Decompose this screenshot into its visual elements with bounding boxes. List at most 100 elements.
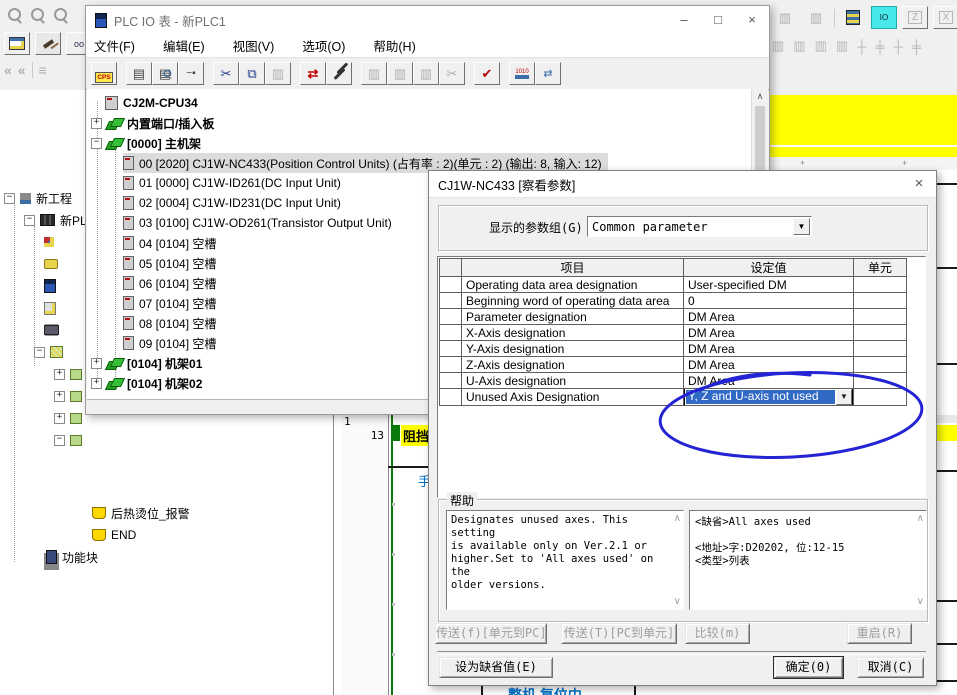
restart-button[interactable]: 重启(R) [847, 623, 912, 644]
expand-icon[interactable]: + [91, 378, 102, 389]
cell-item[interactable]: X-Axis designation [462, 325, 684, 341]
transfer-button[interactable]: ⇄ [300, 62, 326, 85]
io-table-color-icon[interactable] [840, 6, 866, 29]
io-tree-item-slot03[interactable]: 03 [0100] CJ1W-OD261(Transistor Output U… [123, 213, 392, 233]
cell-unit[interactable] [854, 373, 907, 389]
delete-units-button[interactable]: ✂ [439, 62, 465, 85]
outdent2-icon[interactable]: « [18, 62, 26, 78]
io-tree-item-rack01[interactable]: + [0104] 机架01 [91, 353, 202, 373]
io-tree-item-cpu[interactable]: CJ2M-CPU34 [105, 93, 198, 113]
cell-unit[interactable] [854, 341, 907, 357]
io-tree-item-main-rack[interactable]: − [0000] 主机架 [91, 133, 201, 153]
chevron-down-icon[interactable]: ▼ [793, 218, 810, 235]
transfer-check-icon[interactable]: ▥ [772, 6, 798, 29]
scroll-up-icon[interactable]: ∧ [752, 89, 768, 104]
list-lines-icon[interactable]: ≡ [39, 62, 47, 78]
zoom-in-icon[interactable] [54, 8, 67, 21]
tree-item-section3[interactable]: + [54, 408, 82, 428]
expand-icon[interactable]: + [54, 391, 65, 402]
pin-button[interactable]: −▪ [178, 62, 204, 85]
row-margin[interactable] [440, 277, 462, 293]
io-tree-item-slot08[interactable]: 08 [0104] 空槽 [123, 313, 216, 333]
table-row[interactable]: Operating data area designation User-spe… [440, 277, 907, 293]
cell-unit[interactable] [854, 389, 907, 406]
cell-value[interactable]: DM Area [684, 309, 854, 325]
chevron-down-icon[interactable]: ▼ [836, 389, 852, 405]
collapse-icon[interactable]: − [34, 347, 45, 358]
tree-item-plc[interactable]: − 新PL [24, 210, 87, 230]
cell-unit[interactable] [854, 357, 907, 373]
transfer-unit-button[interactable]: ▥ [387, 62, 413, 85]
collapse-icon[interactable]: − [4, 193, 15, 204]
tree-item-section1[interactable]: + [54, 364, 82, 384]
transfer-from-unit-button[interactable]: 传送(f)[单元到PC] [435, 623, 547, 644]
cell-item[interactable]: Parameter designation [462, 309, 684, 325]
compare-units-button[interactable]: ▥ [413, 62, 439, 85]
io-tree-item-slot01[interactable]: 01 [0000] CJ1W-ID261(DC Input Unit) [123, 173, 341, 193]
set-default-button[interactable]: 设为缺省值(E) [439, 657, 553, 678]
collapse-icon[interactable]: − [24, 215, 35, 226]
io-tree-item-slot07[interactable]: 07 [0104] 空槽 [123, 293, 216, 313]
cell-unit[interactable] [854, 309, 907, 325]
expand-icon[interactable]: + [91, 358, 102, 369]
unit4-icon[interactable]: ▥ [836, 38, 848, 54]
transfer-to-unit-button[interactable]: 传送(T)[PC到单元] [561, 623, 677, 644]
io-assign-button[interactable]: 1010 [509, 62, 535, 85]
zoom-icon[interactable] [8, 8, 21, 21]
hammer-tool-button[interactable] [35, 32, 61, 55]
window-x-icon[interactable]: X [933, 6, 957, 29]
menu-edit[interactable]: 编辑(E) [163, 36, 205, 55]
io-tree-item-slot05[interactable]: 05 [0104] 空槽 [123, 253, 216, 273]
cut-button[interactable]: ✂ [213, 62, 239, 85]
collapse-icon[interactable]: − [54, 435, 65, 446]
tree-item-datatypes[interactable] [44, 232, 54, 252]
verify-button[interactable]: ✔ [474, 62, 500, 85]
expand-icon[interactable]: + [54, 413, 65, 424]
table-row[interactable]: Parameter designation DM Area [440, 309, 907, 325]
scroll-down-icon[interactable]: ∨ [674, 596, 681, 607]
scroll-up-icon[interactable]: ∧ [674, 513, 681, 524]
cell-unit[interactable] [854, 325, 907, 341]
cell-item[interactable]: Y-Axis designation [462, 341, 684, 357]
menu-help[interactable]: 帮助(H) [373, 36, 415, 55]
tree-item-section4[interactable]: − [54, 430, 82, 450]
row-margin[interactable] [440, 373, 462, 389]
table-row[interactable]: Z-Axis designation DM Area [440, 357, 907, 373]
cell-item[interactable]: Unused Axis Designation [462, 389, 684, 406]
cell-value[interactable]: 0 [684, 293, 854, 309]
rung-margin[interactable]: 1 13 [341, 413, 389, 695]
row-margin[interactable] [440, 389, 462, 406]
tools-button[interactable] [326, 62, 352, 85]
table-row[interactable]: Y-Axis designation DM Area [440, 341, 907, 357]
table-row[interactable]: Beginning word of operating data area 0 [440, 293, 907, 309]
unit3-icon[interactable]: ▥ [815, 38, 827, 54]
io-tree-item-slot04[interactable]: 04 [0104] 空槽 [123, 233, 216, 253]
tree-item-function-blocks[interactable]: 功能块 [46, 547, 98, 567]
row-margin[interactable] [440, 293, 462, 309]
dialog-close-button[interactable]: × [902, 171, 936, 197]
cell-unit[interactable] [854, 293, 907, 309]
row-margin[interactable] [440, 341, 462, 357]
tree-item-end-section[interactable]: END [92, 525, 136, 545]
cell-value[interactable]: DM Area [684, 357, 854, 373]
menu-options[interactable]: 选项(O) [302, 36, 345, 55]
cell-item[interactable]: U-Axis designation [462, 373, 684, 389]
io-tree-item-rack02[interactable]: + [0104] 机架02 [91, 373, 202, 393]
transfer-box-icon[interactable]: ▥ [803, 6, 829, 29]
tree-item-symbols[interactable] [44, 254, 58, 274]
io-tree-item-inner-board[interactable]: + 内置端口/插入板 [91, 113, 214, 133]
unit-icon[interactable]: ▥ [772, 38, 784, 54]
tree-item-memory[interactable] [44, 320, 59, 340]
print-preview-button[interactable]: ▤ [152, 62, 178, 85]
row-margin[interactable] [440, 325, 462, 341]
row-margin[interactable] [440, 357, 462, 373]
col-item-header[interactable]: 项目 [462, 259, 684, 277]
cell-unit[interactable] [854, 277, 907, 293]
cell-value[interactable]: DM Area [684, 325, 854, 341]
expand-icon[interactable]: + [91, 118, 102, 129]
ok-button[interactable]: 确定(0) [774, 657, 843, 678]
cell-value[interactable]: DM Area [684, 341, 854, 357]
cell-item[interactable]: Z-Axis designation [462, 357, 684, 373]
contact-nc-icon[interactable]: ╪ [875, 39, 884, 54]
window-z-icon[interactable]: Z [902, 6, 928, 29]
